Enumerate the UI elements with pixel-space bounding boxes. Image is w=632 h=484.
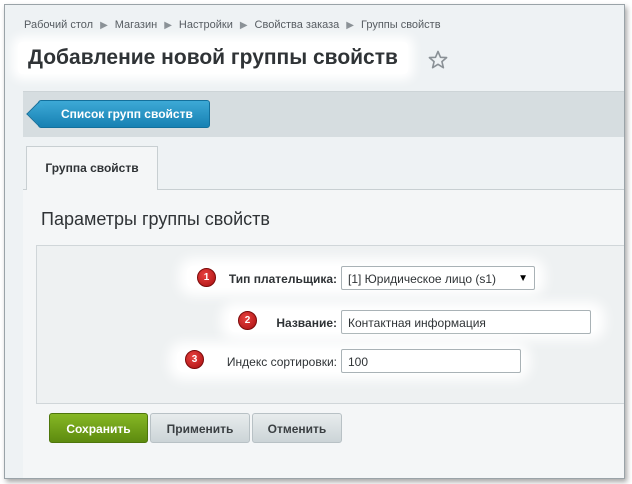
step-badge-1: 1 [197, 268, 216, 287]
chevron-down-icon: ▼ [518, 273, 528, 284]
tab-content: Параметры группы свойств 1 Тип плательщи… [23, 190, 624, 478]
cancel-button[interactable]: Отменить [252, 413, 342, 443]
breadcrumb-item-order-properties[interactable]: Свойства заказа [255, 19, 340, 31]
breadcrumb-separator-icon: ▶ [164, 20, 172, 31]
step-badge-2: 2 [238, 311, 257, 330]
breadcrumb-separator-icon: ▶ [239, 20, 248, 31]
breadcrumb-item-desktop[interactable]: Рабочий стол [24, 19, 93, 31]
name-input[interactable]: Контактная информация [341, 310, 591, 334]
payer-type-value: [1] Юридическое лицо (s1) [348, 272, 496, 286]
breadcrumb-separator-icon: ▶ [100, 20, 108, 31]
name-label: Название: [276, 316, 337, 330]
save-button[interactable]: Сохранить [49, 413, 148, 443]
sort-index-label: Индекс сортировки: [226, 355, 337, 369]
tab-property-group[interactable]: Группа свойств [26, 146, 158, 190]
breadcrumb-item-property-groups[interactable]: Группы свойств [361, 19, 441, 31]
page-title: Добавление новой группы свойств [28, 46, 398, 69]
star-icon[interactable] [428, 50, 448, 70]
breadcrumb: Рабочий стол ▶ Магазин ▶ Настройки ▶ Свойства … [24, 19, 441, 31]
payer-type-select[interactable]: [1] Юридическое лицо (s1) ▼ [341, 266, 535, 290]
breadcrumb-item-settings[interactable]: Настройки [179, 19, 233, 31]
toolbar: Список групп свойств [23, 91, 624, 137]
form-panel: 1 Тип плательщика: [1] Юридическое лицо … [36, 245, 624, 404]
breadcrumb-item-shop[interactable]: Магазин [115, 19, 157, 31]
breadcrumb-separator-icon: ▶ [346, 20, 354, 31]
property-groups-list-button[interactable]: Список групп свойств [38, 100, 210, 128]
apply-button[interactable]: Применить [150, 413, 250, 443]
page-title-highlight: Добавление новой группы свойств [18, 42, 408, 74]
section-title: Параметры группы свойств [41, 209, 270, 229]
tab-bar: Группа свойств [23, 145, 624, 190]
payer-type-label: Тип плательщика: [228, 272, 337, 286]
step-badge-3: 3 [185, 350, 204, 369]
admin-window: Рабочий стол ▶ Магазин ▶ Настройки ▶ Свойства … [4, 4, 625, 479]
sort-index-input[interactable]: 100 [341, 349, 521, 373]
